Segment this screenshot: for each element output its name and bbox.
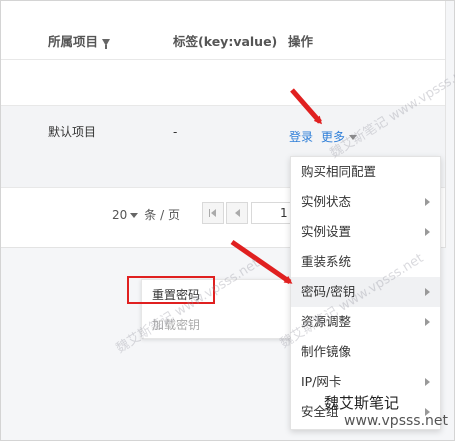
cell-project: 默认项目 — [48, 125, 97, 139]
menu-item-label: 重装系统 — [301, 254, 352, 269]
header-divider — [1, 59, 445, 60]
menu-item-label: 制作镜像 — [301, 344, 352, 359]
menu-item-label: IP/网卡 — [301, 374, 342, 389]
column-header-project-label: 所属项目 — [48, 34, 99, 49]
menu-item-instance-settings[interactable]: 实例设置 — [291, 217, 440, 247]
chevron-down-icon — [130, 213, 139, 218]
chevron-right-icon — [425, 288, 430, 296]
login-link[interactable]: 登录 — [289, 128, 313, 145]
menu-item-label: 实例状态 — [301, 194, 352, 209]
chevron-right-icon — [425, 378, 430, 386]
column-header-operations: 操作 — [288, 34, 314, 49]
column-header-project[interactable]: 所属项目 — [48, 31, 111, 50]
watermark-title: 魏艾斯笔记 — [324, 394, 400, 412]
first-page-button[interactable] — [202, 202, 224, 224]
cell-tags: - — [173, 125, 178, 139]
menu-item-instance-status[interactable]: 实例状态 — [291, 187, 440, 217]
chevron-right-icon — [425, 318, 430, 326]
menu-item-buy-same-config[interactable]: 购买相同配置 — [291, 157, 440, 187]
page-size-value: 20 — [112, 208, 128, 222]
menu-item-label: 实例设置 — [301, 224, 352, 239]
watermark-url: www.vpsss.net — [344, 413, 448, 429]
menu-item-make-image[interactable]: 制作镜像 — [291, 337, 440, 367]
console-panel: 所属项目 标签(key:value) 操作 默认项目 - 登录 更多 20 条 /… — [0, 0, 455, 441]
column-header-tags: 标签(key:value) — [173, 34, 278, 49]
chevron-right-icon — [425, 198, 430, 206]
menu-item-label: 购买相同配置 — [301, 164, 377, 179]
filter-icon[interactable] — [102, 39, 111, 49]
chevron-right-icon — [425, 228, 430, 236]
prev-page-button[interactable] — [226, 202, 248, 224]
page-size-select[interactable]: 20 条 / 页 — [112, 206, 180, 223]
page-size-unit: 条 / 页 — [144, 208, 180, 222]
